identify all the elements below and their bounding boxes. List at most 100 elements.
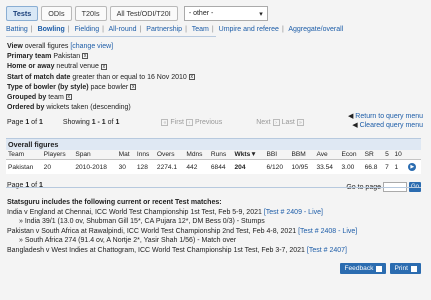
- table-row: Pakistan 20 2010-2018 30 128 2274.1 442 …: [6, 159, 421, 174]
- result-total: 1: [115, 119, 120, 126]
- start-date-label: Start of match date: [7, 73, 71, 81]
- col-overs[interactable]: Overs: [154, 150, 185, 160]
- cell-bbi: 6/120: [264, 159, 290, 174]
- feedback-icon: [376, 265, 383, 272]
- nav-all-round[interactable]: All-round: [108, 26, 136, 33]
- first-page-button[interactable]: First: [170, 119, 184, 126]
- home-away-value: neutral venue: [56, 63, 99, 71]
- remove-icon[interactable]: x: [100, 63, 107, 70]
- match-title: India v England at Chennai, ICC World Te…: [7, 208, 262, 216]
- of-label: of: [107, 119, 114, 126]
- tab-odis[interactable]: ODIs: [41, 6, 72, 21]
- match-detail: » India 39/1 (13.0 ov, Shubman Gill 15*,…: [19, 218, 265, 225]
- nav-batting[interactable]: Batting: [6, 26, 28, 33]
- tab-t20is[interactable]: T20Is: [74, 6, 107, 21]
- cell-bbm: 10/95: [289, 159, 315, 174]
- col-spacer: [406, 150, 421, 160]
- format-tabs: Tests ODIs T20Is All Test/ODI/T20I - oth…: [6, 6, 268, 21]
- cell-runs: 6844: [208, 159, 233, 174]
- previous-page-button[interactable]: Previous: [195, 119, 222, 126]
- return-icon: ◀: [347, 113, 354, 120]
- list-item: India v England at Chennai, ICC World Te…: [7, 208, 423, 218]
- first-page-icon[interactable]: «: [161, 119, 169, 126]
- print-icon: [411, 265, 417, 272]
- view-label: View: [7, 43, 23, 50]
- page-number: 1: [25, 119, 30, 126]
- remove-icon[interactable]: x: [130, 83, 137, 90]
- match-title: Pakistan v South Africa at Rawalpindi, I…: [7, 227, 297, 235]
- cleared-query-link[interactable]: Cleared query menu: [360, 122, 423, 129]
- nav-aggregate-overall[interactable]: Aggregate/overall: [288, 26, 343, 33]
- return-icon: ◀: [352, 122, 358, 129]
- cell-econ: 3.00: [339, 159, 363, 174]
- row-expand[interactable]: ▶: [406, 159, 421, 174]
- view-value: overall figures: [24, 43, 69, 50]
- cell-sr: 66.8: [362, 159, 384, 174]
- query-summary: View overall figures [change view] Prima…: [7, 42, 195, 113]
- start-date-value: greater than or equal to 16 Nov 2010: [72, 73, 187, 81]
- recent-matches-heading: Statsguru includes the following current…: [7, 199, 222, 206]
- col-bbm[interactable]: BBM: [289, 150, 315, 160]
- col-wkts[interactable]: Wkts▼: [232, 150, 265, 160]
- match-detail: » South Africa 274 (91.4 ov, A Nortje 2*…: [19, 237, 237, 244]
- feedback-button[interactable]: Feedback: [340, 263, 387, 274]
- bowler-type-label: Type of bowler (by style): [7, 83, 89, 91]
- tab-tests[interactable]: Tests: [6, 6, 39, 21]
- cell-team[interactable]: Pakistan: [6, 159, 42, 174]
- nav-team[interactable]: Team: [192, 26, 209, 33]
- col-ave[interactable]: Ave: [314, 150, 340, 160]
- col-players[interactable]: Players: [41, 150, 74, 160]
- cell-mat: 30: [116, 159, 135, 174]
- arrow-right-icon[interactable]: ▶: [408, 163, 417, 171]
- remove-icon[interactable]: x: [65, 94, 72, 101]
- col-inns[interactable]: Inns: [134, 150, 155, 160]
- match-link[interactable]: [Test # 2409 - Live]: [264, 209, 323, 216]
- format-select-value: - other -: [188, 10, 214, 17]
- nav-fielding[interactable]: Fielding: [75, 26, 100, 33]
- return-query-link[interactable]: Return to query menu: [355, 113, 423, 120]
- next-page-icon[interactable]: ›: [272, 119, 280, 126]
- tab-all-formats[interactable]: All Test/ODI/T20I: [109, 6, 178, 21]
- nav-bowling[interactable]: Bowling: [38, 26, 65, 33]
- showing-range: 1 - 1: [91, 119, 106, 126]
- overall-figures-heading: Overall figures: [6, 138, 421, 150]
- page-label: Page: [7, 119, 24, 126]
- col-mdns[interactable]: Mdns: [184, 150, 209, 160]
- print-button[interactable]: Print: [390, 263, 421, 274]
- col-team[interactable]: Team: [6, 150, 42, 160]
- nav-partnership[interactable]: Partnership: [146, 26, 182, 33]
- col-runs[interactable]: Runs: [208, 150, 233, 160]
- table-header-row: Team Players Span Mat Inns Overs Mdns Ru…: [6, 150, 421, 160]
- cell-ave: 33.54: [314, 159, 340, 174]
- nav-umpire-referee[interactable]: Umpire and referee: [219, 26, 279, 33]
- match-link[interactable]: [Test # 2407]: [307, 247, 347, 254]
- remove-icon[interactable]: x: [82, 53, 89, 60]
- print-label: Print: [394, 265, 408, 272]
- grouped-by-label: Grouped by: [7, 94, 47, 102]
- match-link[interactable]: [Test # 2408 - Live]: [298, 228, 357, 235]
- col-10[interactable]: 10: [392, 150, 407, 160]
- last-page-icon[interactable]: »: [296, 119, 304, 126]
- list-item: Bangladesh v West Indies at Chattogram, …: [7, 246, 423, 256]
- next-page-button[interactable]: Next: [256, 119, 270, 126]
- col-mat[interactable]: Mat: [116, 150, 135, 160]
- cell-span: 2010-2018: [73, 159, 117, 174]
- cell-5: 7: [383, 159, 393, 174]
- previous-page-icon[interactable]: ‹: [185, 119, 193, 126]
- cell-inns: 128: [134, 159, 155, 174]
- statsguru-page: Tests ODIs T20Is All Test/ODI/T20I - oth…: [0, 0, 431, 300]
- remove-icon[interactable]: x: [188, 73, 195, 80]
- cell-wkts: 204: [232, 159, 265, 174]
- col-span[interactable]: Span: [73, 150, 117, 160]
- col-sr[interactable]: SR: [362, 150, 384, 160]
- feedback-label: Feedback: [344, 265, 374, 272]
- col-bbi[interactable]: BBI: [264, 150, 290, 160]
- format-select[interactable]: - other - ▾: [183, 6, 268, 21]
- home-away-label: Home or away: [7, 63, 55, 71]
- last-page-button[interactable]: Last: [282, 119, 295, 126]
- change-view-link[interactable]: [change view]: [70, 43, 113, 50]
- cell-mdns: 442: [184, 159, 209, 174]
- col-econ[interactable]: Econ: [339, 150, 363, 160]
- col-5[interactable]: 5: [383, 150, 393, 160]
- cell-players: 20: [41, 159, 74, 174]
